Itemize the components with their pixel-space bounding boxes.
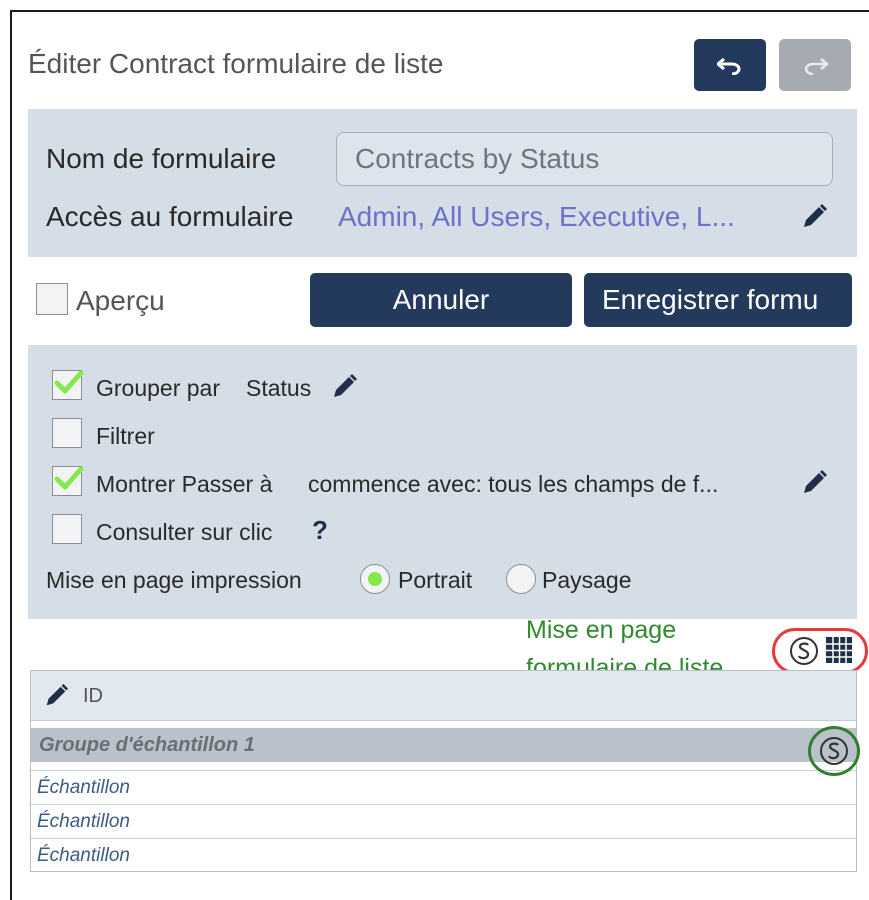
cancel-button[interactable]: Annuler <box>310 273 572 327</box>
list-preview-table: ID Groupe d'échantillon 1 Échantillon Éc… <box>30 670 857 872</box>
sorting-icon[interactable] <box>788 635 820 667</box>
portrait-radio[interactable] <box>360 564 390 594</box>
landscape-label: Paysage <box>542 567 632 593</box>
preview-checkbox[interactable] <box>36 283 68 315</box>
table-cell: Échantillon <box>37 777 130 798</box>
help-icon[interactable]: ? <box>312 515 328 546</box>
pencil-icon[interactable] <box>330 373 358 401</box>
pencil-icon[interactable] <box>800 469 828 497</box>
save-form-button[interactable]: Enregistrer formu <box>584 273 852 327</box>
landscape-radio[interactable] <box>506 564 536 594</box>
table-header: ID <box>31 671 856 721</box>
group-by-checkbox[interactable] <box>52 370 84 400</box>
show-jump-checkbox[interactable] <box>52 466 84 496</box>
form-settings-panel: Nom de formulaire Accès au formulaire Ad… <box>28 109 857 257</box>
grid-icon[interactable] <box>824 635 854 665</box>
table-row: Échantillon <box>31 770 856 804</box>
form-access-link[interactable]: Admin, All Users, Executive, L... <box>338 201 735 233</box>
list-form-editor: Éditer Contract formulaire de liste Nom … <box>10 10 869 900</box>
undo-button[interactable] <box>694 39 766 91</box>
filter-checkbox[interactable] <box>52 418 82 448</box>
annotation-line1: Mise en page <box>526 616 677 644</box>
table-cell: Échantillon <box>37 845 130 866</box>
form-access-label: Accès au formulaire <box>46 201 294 232</box>
form-name-label: Nom de formulaire <box>46 143 277 174</box>
view-on-click-label: Consulter sur clic <box>96 519 273 545</box>
pencil-icon[interactable] <box>800 203 828 231</box>
table-row: Échantillon <box>31 838 856 872</box>
list-options-panel: Grouper par Status Filtrer Montrer Passe… <box>28 345 857 619</box>
portrait-label: Portrait <box>398 567 473 593</box>
group-row-label: Groupe d'échantillon 1 <box>39 734 255 756</box>
group-row: Groupe d'échantillon 1 <box>31 728 856 762</box>
undo-icon <box>717 57 741 75</box>
redo-icon <box>804 58 828 75</box>
show-jump-link[interactable]: commence avec: tous les champs de f... <box>308 471 718 498</box>
preview-label: Aperçu <box>76 285 165 316</box>
id-column-header[interactable]: ID <box>83 685 103 708</box>
show-jump-label: Montrer Passer à <box>96 471 273 497</box>
filter-label: Filtrer <box>96 423 155 449</box>
print-layout-label: Mise en page impression <box>46 567 302 593</box>
checkmark-icon <box>54 370 84 394</box>
view-on-click-checkbox[interactable] <box>52 514 82 544</box>
redo-button[interactable] <box>779 39 851 91</box>
form-name-input[interactable] <box>336 132 833 186</box>
group-by-label: Grouper par <box>96 375 221 401</box>
checkmark-icon <box>54 466 84 490</box>
pencil-icon[interactable] <box>43 683 69 709</box>
page-title: Éditer Contract formulaire de liste <box>28 48 444 79</box>
sorting-icon[interactable] <box>818 735 850 767</box>
table-cell: Échantillon <box>37 811 130 832</box>
group-by-link[interactable]: Status <box>246 375 311 402</box>
table-row: Échantillon <box>31 804 856 838</box>
